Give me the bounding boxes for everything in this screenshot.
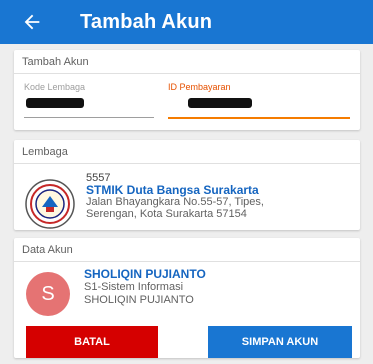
form-section-title: Tambah Akun	[14, 50, 360, 74]
redacted-value	[26, 98, 84, 108]
id-pembayaran-underline	[168, 117, 350, 119]
institution-address-line2: Serengan, Kota Surakarta 57154	[86, 208, 247, 220]
kode-lembaga-input[interactable]	[24, 98, 154, 118]
save-account-button[interactable]: SIMPAN AKUN	[208, 326, 352, 358]
account-program: S1-Sistem Informasi	[84, 281, 184, 293]
cancel-button[interactable]: BATAL	[26, 326, 158, 358]
institution-text: 5557 STMIK Duta Bangsa Surakarta Jalan B…	[86, 172, 264, 230]
id-pembayaran-input[interactable]	[168, 98, 350, 119]
institution-logo	[24, 178, 76, 230]
account-section-title: Data Akun	[14, 238, 360, 262]
account-name: SHOLIQIN PUJIANTO	[84, 267, 206, 281]
institution-address-line1: Jalan Bhayangkara No.55-57, Tipes,	[86, 196, 264, 208]
app-bar: Tambah Akun	[0, 0, 373, 44]
account-text: SHOLIQIN PUJIANTO S1-Sistem Informasi SH…	[84, 268, 206, 307]
kode-lembaga-field[interactable]: Kode Lembaga	[24, 82, 154, 118]
kode-lembaga-underline	[24, 117, 154, 118]
redacted-value	[188, 98, 252, 108]
institution-card: Lembaga 5557 STMIK Duta Bangsa Surakarta…	[14, 140, 360, 230]
avatar: S	[26, 272, 70, 316]
institution-info: 5557 STMIK Duta Bangsa Surakarta Jalan B…	[24, 172, 350, 230]
institution-name: STMIK Duta Bangsa Surakarta	[86, 183, 259, 197]
arrow-left-icon	[24, 14, 40, 30]
kode-lembaga-label: Kode Lembaga	[24, 82, 86, 92]
page-title: Tambah Akun	[80, 10, 213, 33]
id-pembayaran-label: ID Pembayaran	[168, 82, 231, 92]
add-account-form-card: Tambah Akun Kode Lembaga ID Pembayaran	[14, 50, 360, 130]
back-button[interactable]	[10, 0, 54, 44]
institution-section-title: Lembaga	[14, 140, 360, 164]
account-info: S SHOLIQIN PUJIANTO S1-Sistem Informasi …	[26, 268, 350, 316]
account-card: Data Akun S SHOLIQIN PUJIANTO S1-Sistem …	[14, 238, 360, 358]
account-username: SHOLIQIN PUJIANTO	[84, 294, 194, 306]
id-pembayaran-field[interactable]: ID Pembayaran	[168, 82, 350, 119]
